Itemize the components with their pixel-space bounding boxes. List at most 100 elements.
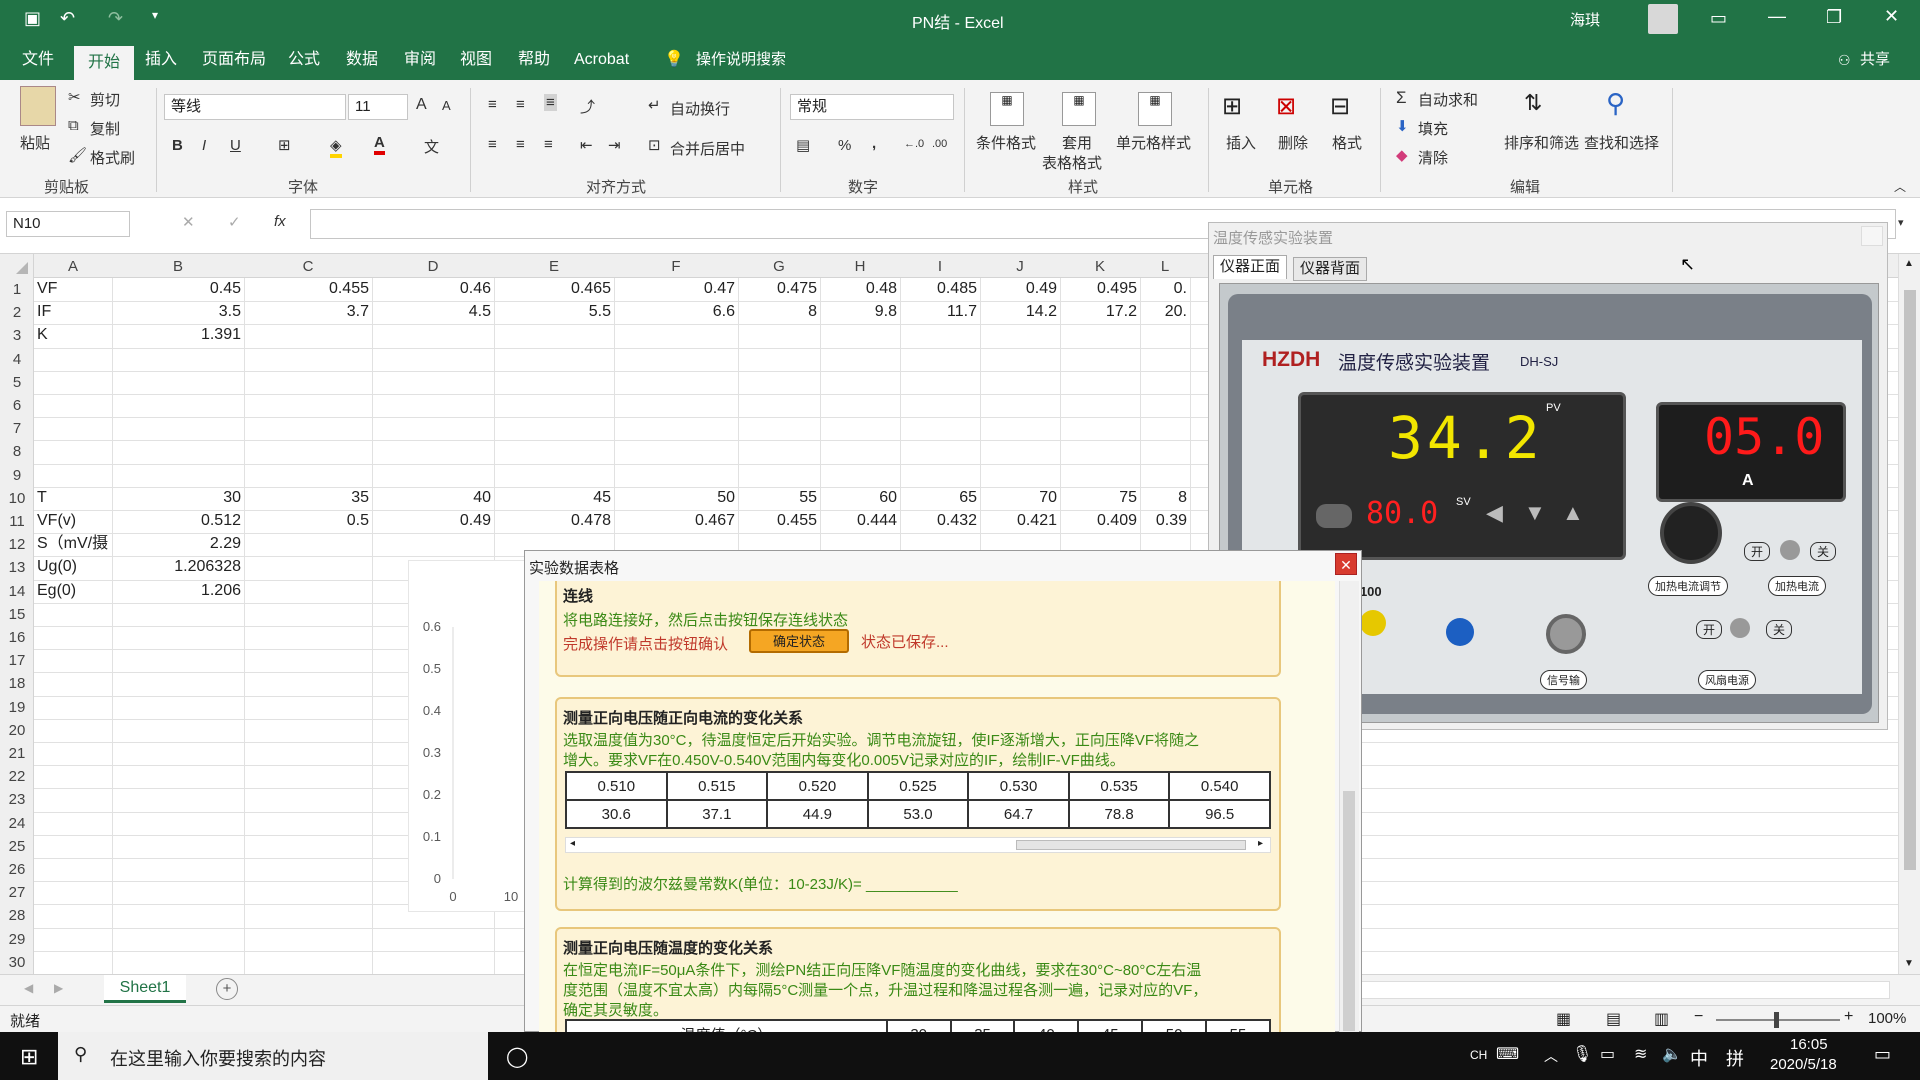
cell-label[interactable]: VF(v) xyxy=(37,510,76,533)
cell-value[interactable]: 0.47 xyxy=(614,278,735,301)
cell-value[interactable]: 75 xyxy=(1060,487,1137,510)
decrease-decimal-icon[interactable]: .00 xyxy=(932,138,947,150)
scroll-down-icon[interactable]: ▼ xyxy=(1904,958,1914,969)
cell-value[interactable]: 0.48 xyxy=(820,278,897,301)
cell-value[interactable]: 0.455 xyxy=(738,510,817,533)
autosum-icon[interactable]: Σ xyxy=(1396,88,1407,108)
menu-data[interactable]: 数据 xyxy=(346,40,378,80)
if-cell[interactable]: 30.6 xyxy=(565,799,668,829)
cell-value[interactable]: 1.206 xyxy=(112,580,241,603)
cell-value[interactable]: 0.478 xyxy=(494,510,611,533)
cell-value[interactable]: 30 xyxy=(112,487,241,510)
data-window-close-button[interactable]: ✕ xyxy=(1335,553,1357,575)
row-header[interactable]: 13 xyxy=(0,556,34,579)
cell-value[interactable]: 35 xyxy=(244,487,369,510)
accounting-format-icon[interactable]: ▤ xyxy=(796,136,810,154)
sheet-tab[interactable]: Sheet1 xyxy=(104,975,186,1003)
close-icon[interactable]: ✕ xyxy=(1884,6,1899,27)
ime-mode[interactable]: 中 xyxy=(1690,1045,1708,1071)
if-cell[interactable]: 37.1 xyxy=(665,799,769,829)
cell-value[interactable]: 0.495 xyxy=(1060,278,1137,301)
conditional-format-icon[interactable]: ▦ xyxy=(990,92,1024,126)
menu-insert[interactable]: 插入 xyxy=(145,40,177,80)
cell-label[interactable]: VF xyxy=(37,278,57,301)
hscroll-right-icon[interactable]: ▸ xyxy=(1258,838,1263,849)
hscroll-left-icon[interactable]: ◂ xyxy=(570,838,575,849)
fill-icon[interactable]: ⬇ xyxy=(1396,117,1409,135)
cell-value[interactable]: 11.7 xyxy=(900,301,977,324)
decrease-indent-icon[interactable]: ⇤ xyxy=(580,136,593,154)
cell-styles-icon[interactable]: ▦ xyxy=(1138,92,1172,126)
cell-value[interactable]: 55 xyxy=(738,487,817,510)
font-size-select[interactable]: 11 xyxy=(348,94,408,120)
menu-acrobat[interactable]: Acrobat xyxy=(574,40,629,80)
row-header[interactable]: 26 xyxy=(0,858,34,881)
menu-view[interactable]: 视图 xyxy=(460,40,492,80)
horizontal-scrollbar[interactable] xyxy=(1360,981,1890,999)
find-select-icon[interactable]: ⚲ xyxy=(1606,88,1625,119)
fan-switch[interactable] xyxy=(1730,618,1750,638)
cell-value[interactable]: 0.512 xyxy=(112,510,241,533)
row-header[interactable]: 7 xyxy=(0,417,34,440)
autosum-button[interactable]: 自动求和 xyxy=(1418,89,1478,110)
expand-formula-icon[interactable]: ▾ xyxy=(1898,216,1904,229)
vf-cell[interactable]: 0.540 xyxy=(1168,771,1271,801)
format-table-button-line2[interactable]: 表格格式 xyxy=(1042,152,1102,173)
zoom-slider[interactable] xyxy=(1716,1012,1840,1028)
next-sheet-icon[interactable]: ▶ xyxy=(54,981,63,995)
row-header[interactable]: 23 xyxy=(0,788,34,811)
cell-value[interactable]: 65 xyxy=(900,487,977,510)
cell-value[interactable]: 0.46 xyxy=(372,278,491,301)
align-middle-icon[interactable]: ≡ xyxy=(516,96,525,113)
row-header[interactable]: 11 xyxy=(0,510,34,533)
start-icon[interactable]: ⊞ xyxy=(20,1044,38,1070)
data-scroll-thumb[interactable] xyxy=(1343,791,1355,1031)
ime-keyboard-icon[interactable]: ⌨ xyxy=(1496,1044,1519,1064)
device-window-close-icon[interactable] xyxy=(1861,226,1883,246)
wrap-text-button[interactable]: 自动换行 xyxy=(670,98,730,119)
volume-icon[interactable]: 🔈 xyxy=(1662,1044,1682,1064)
cell-label[interactable]: Ug(0) xyxy=(37,556,77,579)
if-cell[interactable]: 44.9 xyxy=(766,799,869,829)
name-box[interactable]: N10 xyxy=(6,211,130,237)
tell-me-search[interactable]: 操作说明搜索 xyxy=(696,40,786,80)
if-cell[interactable]: 53.0 xyxy=(866,799,970,829)
row-header[interactable]: 18 xyxy=(0,672,34,695)
column-header[interactable]: B xyxy=(112,256,244,278)
select-all-corner[interactable] xyxy=(16,262,28,274)
row-header[interactable]: 15 xyxy=(0,603,34,626)
cell-value[interactable]: 1.391 xyxy=(112,324,241,347)
fill-button[interactable]: 填充 xyxy=(1418,118,1448,139)
cell-value[interactable]: 0.485 xyxy=(900,278,977,301)
heater-switch[interactable] xyxy=(1780,540,1800,560)
cell-value[interactable]: 0.475 xyxy=(738,278,817,301)
row-header[interactable]: 5 xyxy=(0,371,34,394)
phonetic-icon[interactable]: 文 xyxy=(424,136,439,157)
redo-icon[interactable]: ↷ xyxy=(108,8,123,29)
cell-value[interactable]: 14.2 xyxy=(980,301,1057,324)
find-select-button[interactable]: 查找和选择 xyxy=(1584,132,1659,153)
controller-up-icon[interactable]: ▲ xyxy=(1562,500,1584,526)
paste-icon[interactable] xyxy=(20,86,56,126)
align-right-icon[interactable]: ≡ xyxy=(544,136,553,153)
row-header[interactable]: 6 xyxy=(0,394,34,417)
format-cells-icon[interactable]: ⊟ xyxy=(1330,92,1350,121)
yellow-terminal[interactable] xyxy=(1360,610,1386,636)
clear-icon[interactable]: ◆ xyxy=(1396,146,1408,164)
cell-value[interactable]: 6.6 xyxy=(614,301,735,324)
ribbon-display-icon[interactable]: ▭ xyxy=(1710,8,1727,29)
cell-value[interactable]: 45 xyxy=(494,487,611,510)
cell-value[interactable]: 0.49 xyxy=(980,278,1057,301)
delete-cells-icon[interactable]: ⊠ xyxy=(1276,92,1296,121)
add-sheet-icon[interactable]: + xyxy=(216,978,238,1000)
cell-value[interactable]: 40 xyxy=(372,487,491,510)
column-header[interactable]: G xyxy=(738,256,820,278)
cell-value[interactable]: 0.465 xyxy=(494,278,611,301)
cell-value[interactable]: 8 xyxy=(738,301,817,324)
scroll-up-icon[interactable]: ▲ xyxy=(1904,258,1914,269)
cell-label[interactable]: K xyxy=(37,324,48,347)
cell-value[interactable]: 0. xyxy=(1140,278,1187,301)
align-center-icon[interactable]: ≡ xyxy=(516,136,525,153)
column-header[interactable]: L xyxy=(1140,256,1190,278)
copy-icon[interactable]: ⧉ xyxy=(68,117,79,134)
